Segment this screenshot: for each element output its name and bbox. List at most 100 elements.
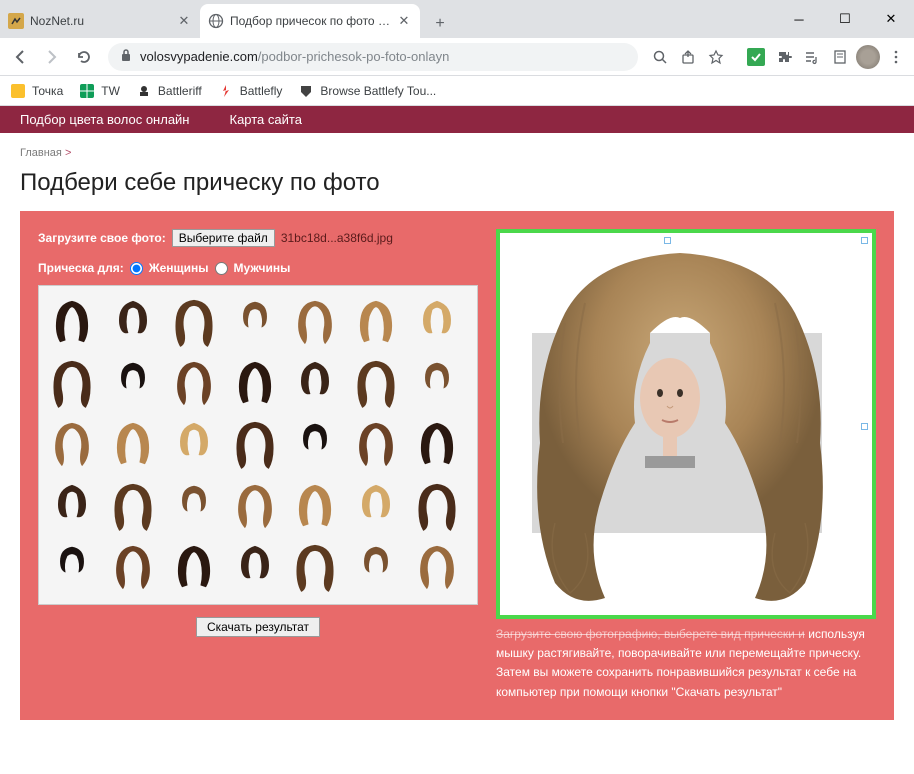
bookmark-icon [79, 83, 95, 99]
tab-close-icon[interactable]: ✕ [396, 13, 412, 29]
file-name: 31bc18d...a38f6d.jpg [281, 231, 393, 245]
hair-thumbnail[interactable] [230, 416, 280, 472]
nav-link[interactable]: Карта сайта [230, 112, 302, 127]
gender-row: Прическа для: Женщины Мужчины [38, 261, 478, 275]
titlebar: NozNet.ru ✕ Подбор причесок по фото онла… [0, 0, 914, 38]
hair-thumbnail[interactable] [412, 478, 462, 534]
address-bar: volosvypadenie.com/podbor-prichesok-po-f… [0, 38, 914, 76]
browser-tab-active[interactable]: Подбор причесок по фото онла ✕ [200, 4, 420, 38]
bookmarks-bar: Точка TW Battleriff Battlefly Browse Bat… [0, 76, 914, 106]
hair-thumbnail[interactable] [47, 478, 97, 534]
breadcrumb-home[interactable]: Главная [20, 147, 62, 159]
hair-thumbnail[interactable] [230, 478, 280, 534]
hair-thumbnail[interactable] [108, 294, 158, 350]
minimize-button[interactable]: ─ [776, 0, 822, 38]
hair-thumbnail[interactable] [412, 355, 462, 411]
left-column: Загрузите свое фото: Выберите файл 31bc1… [38, 229, 478, 702]
hair-thumbnail[interactable] [108, 416, 158, 472]
radio-men[interactable] [215, 262, 228, 275]
site-nav: Подбор цвета волос онлайн Карта сайта [0, 106, 914, 133]
menu-icon[interactable] [884, 45, 908, 69]
preview-box[interactable] [496, 229, 876, 619]
hair-thumbnail[interactable] [290, 478, 340, 534]
bookmark-icon [136, 83, 152, 99]
bookmark-star-icon[interactable] [704, 45, 728, 69]
hair-thumbnail[interactable] [290, 294, 340, 350]
content: Главная > Подбери себе прическу по фото … [0, 133, 914, 720]
reading-list-icon[interactable] [828, 45, 852, 69]
url-text: volosvypadenie.com/podbor-prichesok-po-f… [140, 49, 449, 64]
globe-icon [208, 13, 224, 29]
gender-label: Прическа для: [38, 261, 124, 275]
new-tab-button[interactable]: + [426, 10, 454, 38]
upload-row: Загрузите свое фото: Выберите файл 31bc1… [38, 229, 478, 247]
hair-thumbnail[interactable] [412, 539, 462, 595]
bookmark-item[interactable]: TW [79, 83, 120, 99]
extension-check-icon[interactable] [744, 45, 768, 69]
lock-icon [120, 48, 132, 65]
right-column: Загрузите свою фотографию, выберете вид … [496, 229, 876, 702]
close-button[interactable]: ✕ [868, 0, 914, 38]
choose-file-button[interactable]: Выберите файл [172, 229, 275, 247]
avatar[interactable] [856, 45, 880, 69]
maximize-button[interactable]: ☐ [822, 0, 868, 38]
upload-label: Загрузите свое фото: [38, 231, 166, 245]
selection-handle[interactable] [664, 237, 671, 244]
hair-thumbnail[interactable] [351, 355, 401, 411]
hair-thumbnail[interactable] [412, 294, 462, 350]
browser-tab[interactable]: NozNet.ru ✕ [0, 4, 200, 38]
hair-thumbnail[interactable] [108, 539, 158, 595]
hair-thumbnail[interactable] [47, 416, 97, 472]
hair-grid[interactable] [38, 285, 478, 605]
hair-thumbnail[interactable] [290, 539, 340, 595]
tab-title: Подбор причесок по фото онла [230, 14, 396, 28]
hair-thumbnail[interactable] [412, 416, 462, 472]
tab-close-icon[interactable]: ✕ [176, 13, 192, 29]
hair-thumbnail[interactable] [169, 416, 219, 472]
preview-hair-overlay[interactable] [515, 243, 845, 613]
instructions: Загрузите свою фотографию, выберете вид … [496, 625, 876, 702]
hair-thumbnail[interactable] [230, 539, 280, 595]
hair-thumbnail[interactable] [230, 294, 280, 350]
bookmark-icon [298, 83, 314, 99]
chevron-right-icon: > [65, 147, 71, 159]
playlist-icon[interactable] [800, 45, 824, 69]
breadcrumb: Главная > [20, 147, 894, 159]
back-button[interactable] [6, 43, 34, 71]
reload-button[interactable] [70, 43, 98, 71]
selection-handle[interactable] [861, 237, 868, 244]
hair-thumbnail[interactable] [47, 294, 97, 350]
bookmark-item[interactable]: Browse Battlefy Tou... [298, 83, 436, 99]
selection-handle[interactable] [861, 423, 868, 430]
extensions-icon[interactable] [772, 45, 796, 69]
hair-thumbnail[interactable] [290, 416, 340, 472]
bookmark-icon [10, 83, 26, 99]
hair-thumbnail[interactable] [230, 355, 280, 411]
hair-thumbnail[interactable] [351, 416, 401, 472]
bookmark-item[interactable]: Battleriff [136, 83, 202, 99]
hair-thumbnail[interactable] [108, 478, 158, 534]
hair-thumbnail[interactable] [169, 478, 219, 534]
hair-thumbnail[interactable] [169, 294, 219, 350]
download-button[interactable]: Скачать результат [196, 617, 320, 637]
hair-thumbnail[interactable] [169, 539, 219, 595]
bookmark-icon [218, 83, 234, 99]
radio-women[interactable] [130, 262, 143, 275]
forward-button[interactable] [38, 43, 66, 71]
url-field[interactable]: volosvypadenie.com/podbor-prichesok-po-f… [108, 43, 638, 71]
hair-thumbnail[interactable] [351, 539, 401, 595]
share-icon[interactable] [676, 45, 700, 69]
tab-title: NozNet.ru [30, 14, 176, 28]
hair-thumbnail[interactable] [47, 539, 97, 595]
hair-thumbnail[interactable] [108, 355, 158, 411]
hair-thumbnail[interactable] [351, 478, 401, 534]
bookmark-item[interactable]: Точка [10, 83, 63, 99]
search-in-page-icon[interactable] [648, 45, 672, 69]
bookmark-item[interactable]: Battlefly [218, 83, 283, 99]
window-controls: ─ ☐ ✕ [776, 0, 914, 38]
nav-link[interactable]: Подбор цвета волос онлайн [20, 112, 190, 127]
hair-thumbnail[interactable] [351, 294, 401, 350]
hair-thumbnail[interactable] [290, 355, 340, 411]
hair-thumbnail[interactable] [169, 355, 219, 411]
hair-thumbnail[interactable] [47, 355, 97, 411]
